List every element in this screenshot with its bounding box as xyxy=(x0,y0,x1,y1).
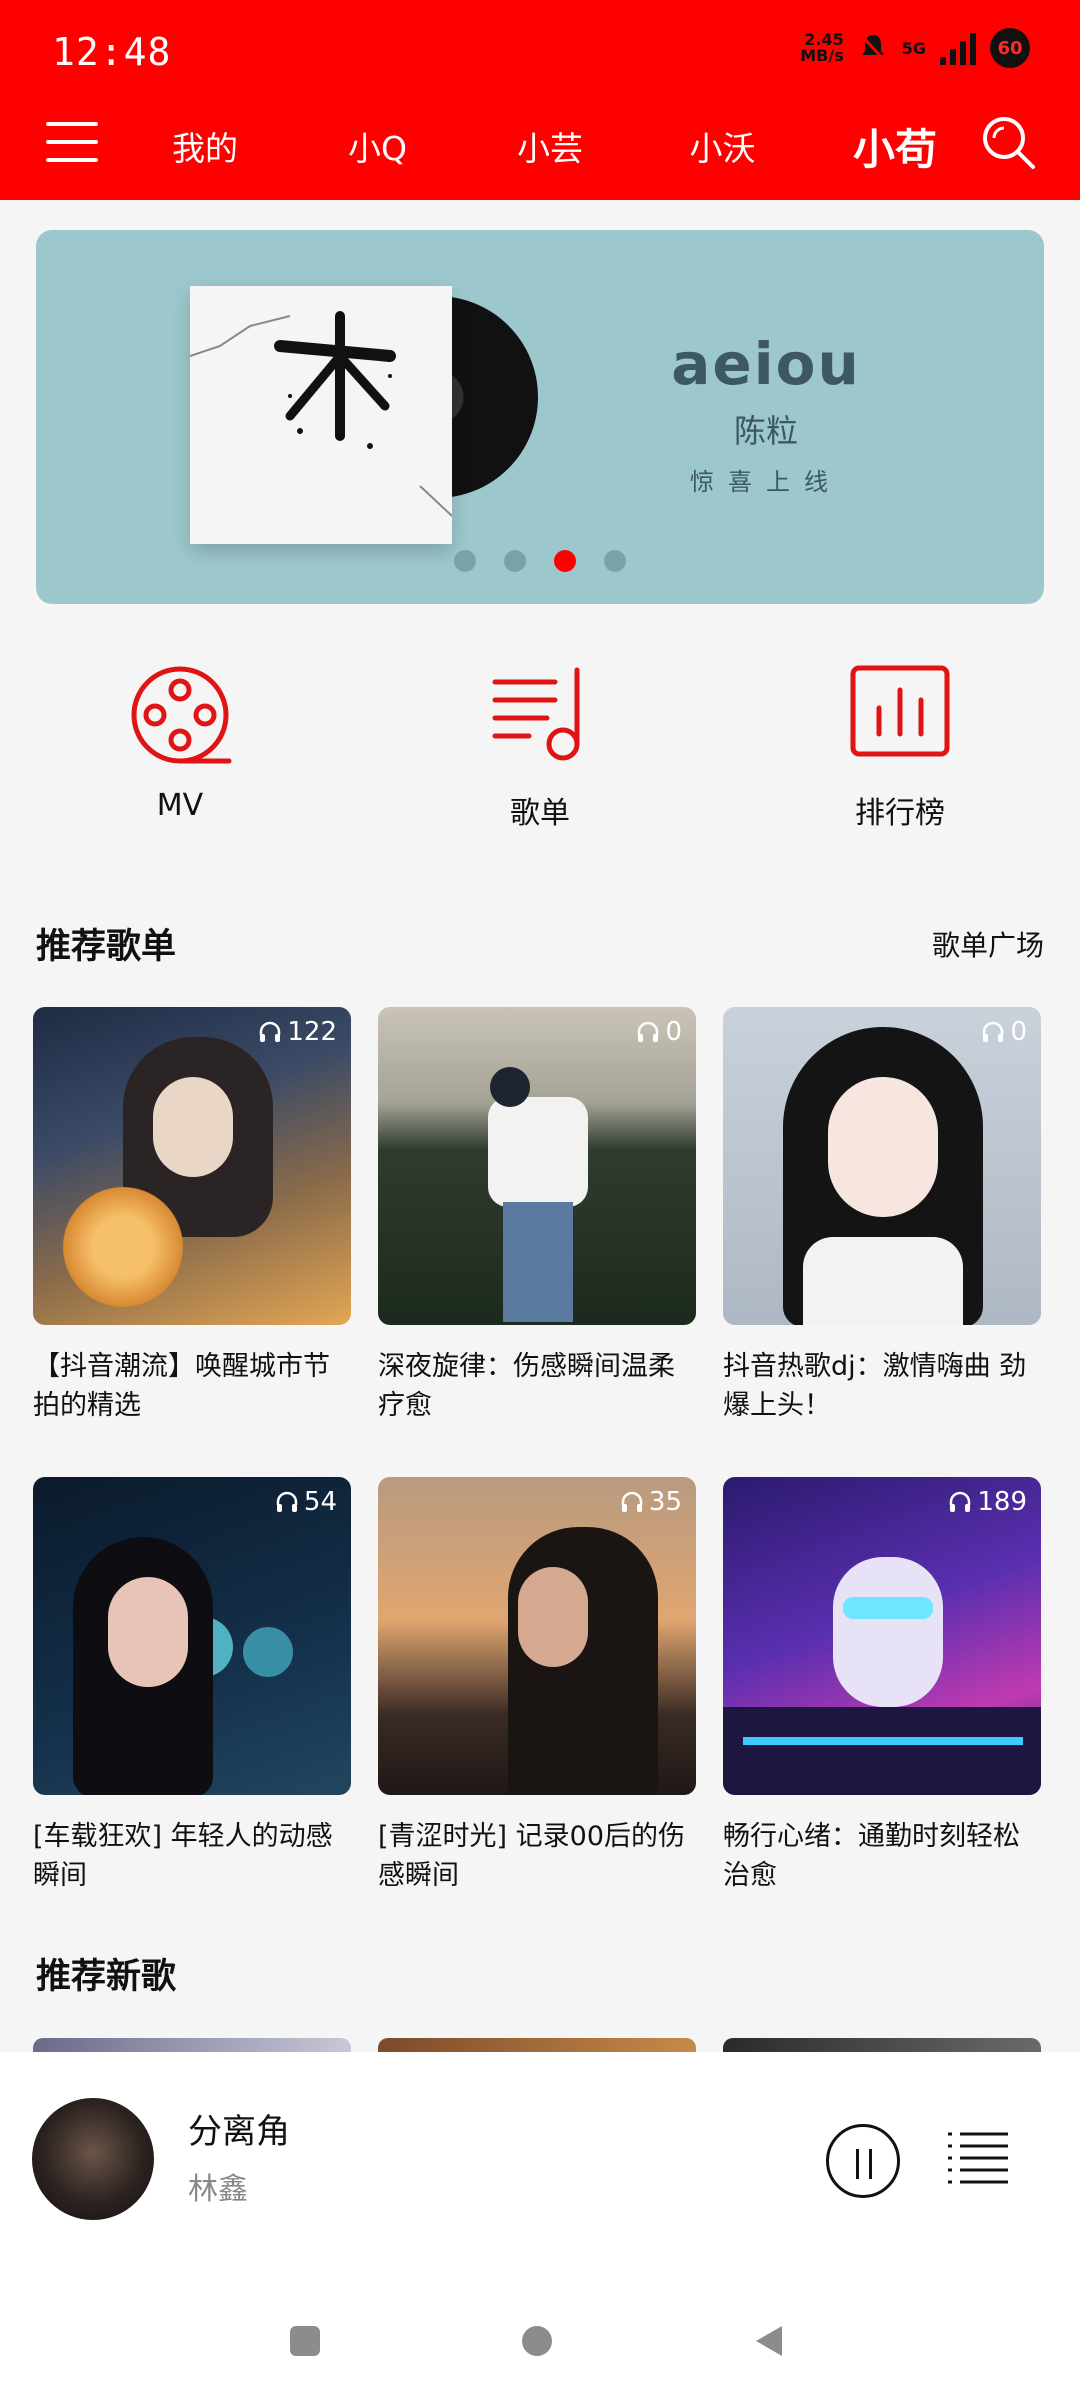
pause-button[interactable] xyxy=(826,2124,900,2198)
album-calligraphy-art xyxy=(189,311,453,517)
mini-player[interactable]: 分离角 林鑫 xyxy=(0,2052,1080,2220)
home-icon[interactable] xyxy=(522,2326,552,2356)
playlist-caption: [车载狂欢] 年轻人的动感瞬间 xyxy=(33,1821,333,1891)
top-nav: 我的 小Q 小芸 小沃 小苟 xyxy=(0,110,1080,200)
playlist-cover: 122 xyxy=(33,1007,351,1325)
playlist-cover: 189 xyxy=(723,1477,1041,1795)
chart-label: 排行榜 xyxy=(855,796,945,831)
new-song-cover[interactable] xyxy=(378,2038,696,2052)
status-time: 12:48 xyxy=(52,30,172,74)
playlist-cover: 0 xyxy=(723,1007,1041,1325)
nav-tabs: 我的 小Q 小芸 小沃 小苟 xyxy=(120,116,980,176)
playlist-cover: 35 xyxy=(378,1477,696,1795)
play-count: 122 xyxy=(257,1017,337,1047)
network-speed: 2.45 MB/s xyxy=(800,30,844,65)
play-count: 0 xyxy=(635,1017,682,1047)
playlist-cover: 0 xyxy=(378,1007,696,1325)
play-count: 0 xyxy=(980,1017,1027,1047)
pager-dot-active[interactable] xyxy=(554,550,576,572)
mv-entry[interactable]: MV xyxy=(60,660,300,823)
tab-xiaoq[interactable]: 小Q xyxy=(293,122,463,170)
banner-title: aeiou xyxy=(671,330,861,398)
top-header: 12:48 2.45 MB/s 5G 60 我的 小Q 小芸 小沃 小苟 xyxy=(0,0,1080,200)
system-nav-bar xyxy=(0,2220,1080,2400)
new-song-cover[interactable] xyxy=(723,2038,1041,2052)
new-song-cover[interactable] xyxy=(33,2038,351,2052)
album-cover xyxy=(189,286,453,544)
playlist-card[interactable]: 35 [青涩时光] 记录00后的伤感瞬间 xyxy=(378,1477,696,1895)
play-count: 54 xyxy=(274,1487,337,1517)
now-playing-title: 分离角 xyxy=(188,2112,290,2152)
playlist-note-icon xyxy=(492,667,580,761)
banner-tagline: 惊喜上线 xyxy=(690,468,842,496)
search-icon[interactable] xyxy=(978,112,1038,172)
playlist-card[interactable]: 54 [车载狂欢] 年轻人的动感瞬间 xyxy=(33,1477,351,1895)
playlist-caption: 畅行心绪：通勤时刻轻松治愈 xyxy=(723,1821,1020,1891)
headphones-icon xyxy=(621,1491,643,1512)
tab-wode[interactable]: 我的 xyxy=(120,122,290,170)
playlist-cover: 54 xyxy=(33,1477,351,1795)
menu-icon[interactable] xyxy=(46,122,98,162)
bar-chart-icon xyxy=(850,665,950,757)
playlist-card[interactable]: 122 【抖音潮流】唤醒城市节拍的精选 xyxy=(33,1007,351,1425)
playlist-square-link[interactable]: 歌单广场 xyxy=(932,924,1044,964)
mute-bell-icon xyxy=(859,33,886,63)
section-title: 推荐歌单 xyxy=(36,927,177,967)
headphones-icon xyxy=(276,1491,298,1512)
battery-badge: 60 xyxy=(990,28,1030,68)
mv-label: MV xyxy=(156,788,204,823)
back-icon[interactable] xyxy=(756,2326,782,2356)
status-bar: 12:48 2.45 MB/s 5G 60 xyxy=(0,0,1080,110)
quick-entries: MV 歌单 排行榜 xyxy=(0,660,1080,831)
play-count: 35 xyxy=(619,1487,682,1517)
now-playing-artist: 林鑫 xyxy=(188,2172,248,2207)
banner-artist: 陈粒 xyxy=(733,412,798,450)
tab-xiaowo[interactable]: 小沃 xyxy=(638,122,808,170)
pager-dot[interactable] xyxy=(454,550,476,572)
banner-pager xyxy=(36,550,1044,572)
status-icons: 2.45 MB/s 5G 60 xyxy=(800,28,1030,68)
playlist-label: 歌单 xyxy=(510,796,570,831)
playlist-caption: 深夜旋律：伤感瞬间温柔疗愈 xyxy=(378,1351,675,1421)
signal-icon xyxy=(940,31,976,65)
recent-apps-icon[interactable] xyxy=(290,2326,320,2356)
headphones-icon xyxy=(950,1491,971,1512)
playlist-entry[interactable]: 歌单 xyxy=(420,660,660,832)
now-playing-cover[interactable] xyxy=(32,2098,154,2220)
playlist-queue-icon[interactable] xyxy=(946,2130,1010,2186)
promo-banner[interactable]: aeiou 陈粒 惊喜上线 xyxy=(36,230,1044,604)
headphones-icon xyxy=(260,1021,281,1042)
playlist-caption: 抖音热歌dj：激情嗨曲 劲爆上头！ xyxy=(723,1351,1027,1421)
section-title: 推荐新歌 xyxy=(36,1957,177,1997)
film-reel-icon xyxy=(131,666,232,764)
recommend-playlists-header: 推荐歌单 歌单广场 xyxy=(36,918,1044,969)
tab-xiaogou[interactable]: 小苟 xyxy=(810,116,980,177)
headphones-icon xyxy=(638,1021,659,1042)
new-songs-header: 推荐新歌 xyxy=(36,1948,1044,1999)
headphones-icon xyxy=(983,1021,1004,1042)
pager-dot[interactable] xyxy=(604,550,626,572)
network-type: 5G xyxy=(901,38,926,58)
playlist-card[interactable]: 0 抖音热歌dj：激情嗨曲 劲爆上头！ xyxy=(723,1007,1041,1425)
playlist-card[interactable]: 189 畅行心绪：通勤时刻轻松治愈 xyxy=(723,1477,1041,1895)
pause-icon xyxy=(856,2149,859,2179)
playlist-card[interactable]: 0 深夜旋律：伤感瞬间温柔疗愈 xyxy=(378,1007,696,1425)
chart-entry[interactable]: 排行榜 xyxy=(780,660,1020,832)
playlist-caption: 【抖音潮流】唤醒城市节拍的精选 xyxy=(33,1351,330,1421)
pager-dot[interactable] xyxy=(504,550,526,572)
play-count: 189 xyxy=(947,1487,1027,1517)
playlist-caption: [青涩时光] 记录00后的伤感瞬间 xyxy=(378,1821,686,1891)
tab-xiaoyun[interactable]: 小芸 xyxy=(465,122,635,170)
